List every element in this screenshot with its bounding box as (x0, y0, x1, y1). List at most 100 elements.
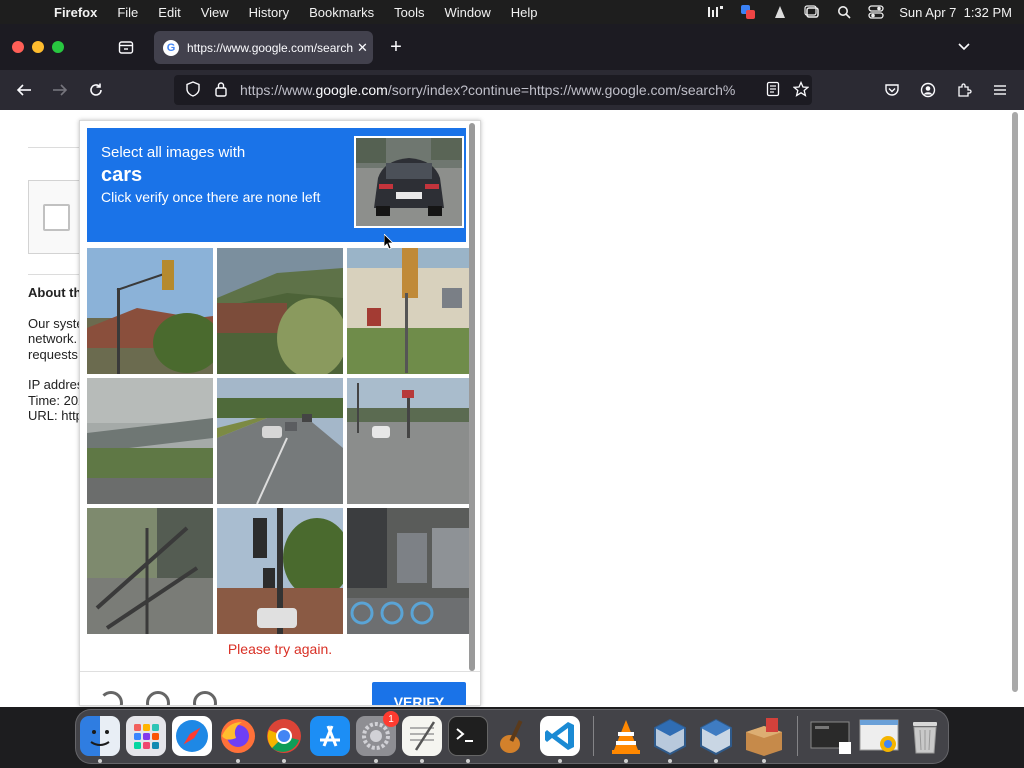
forward-arrow-icon[interactable] (49, 79, 71, 101)
info-icon[interactable] (193, 691, 217, 705)
ip-address-line: IP addres (28, 377, 84, 392)
menu-help[interactable]: Help (511, 5, 538, 20)
dock-running-indicator (374, 759, 378, 763)
dock-chrome-icon[interactable] (264, 716, 304, 756)
dock-virtualbox-vm-icon[interactable] (696, 716, 736, 756)
reader-view-icon[interactable] (764, 81, 782, 100)
spotlight-search-icon[interactable] (835, 5, 853, 19)
challenge-tile-7[interactable] (87, 508, 213, 634)
menubar-clock[interactable]: Sun Apr 7 1:32 PM (899, 5, 1012, 20)
tab-title: https://www.google.com/search (187, 40, 353, 55)
dock-running-indicator (762, 759, 766, 763)
explanation-line: network. (28, 331, 78, 346)
challenge-tile-1[interactable] (87, 248, 213, 374)
account-icon[interactable] (917, 79, 939, 101)
dock-running-indicator (98, 759, 102, 763)
stats-icon[interactable] (707, 5, 725, 19)
audio-challenge-icon[interactable] (146, 691, 170, 705)
google-favicon-icon: G (163, 39, 179, 56)
dock-safari-icon[interactable] (172, 716, 212, 756)
tab-google-sorry[interactable]: G https://www.google.com/search ✕ (154, 31, 373, 64)
bookmark-star-icon[interactable] (792, 80, 810, 100)
dock-terminal-icon[interactable] (448, 716, 488, 756)
dock-screenshot-stack-icon[interactable] (809, 716, 851, 756)
footer-divider (80, 671, 480, 672)
firefox-view-icon[interactable] (115, 36, 137, 58)
verify-button[interactable]: VERIFY (372, 682, 466, 705)
url-text[interactable]: https://www.google.com/sorry/index?conti… (240, 82, 754, 98)
dock-launchpad-icon[interactable] (126, 716, 166, 756)
dock-app-store-icon[interactable] (310, 716, 350, 756)
recaptcha-challenge-popup: Select all images with cars Click verify… (79, 120, 481, 706)
dock-running-indicator (282, 759, 286, 763)
dock-virtualbox-icon[interactable] (650, 716, 690, 756)
menu-bookmarks[interactable]: Bookmarks (309, 5, 374, 20)
challenge-tile-2[interactable] (217, 248, 343, 374)
lock-icon[interactable] (212, 81, 230, 100)
menu-window[interactable]: Window (445, 5, 491, 20)
dock-running-indicator (466, 759, 470, 763)
tab-close-icon[interactable]: ✕ (357, 40, 368, 56)
dock-running-indicator (714, 759, 718, 763)
dock-firefox-icon[interactable] (218, 716, 258, 756)
dock-installer-icon[interactable] (742, 716, 782, 756)
dock-vlc-icon[interactable] (606, 716, 646, 756)
url-rest: /sorry/index?continue=https://www.google… (387, 82, 736, 98)
challenge-scrollbar[interactable] (469, 123, 475, 671)
error-message: Please try again. (227, 641, 333, 657)
back-arrow-icon[interactable] (13, 79, 35, 101)
challenge-tile-6[interactable] (347, 378, 473, 504)
dock-vscode-icon[interactable] (540, 716, 580, 756)
tracking-protection-shield-icon[interactable] (184, 80, 202, 100)
url-bar[interactable]: https://www.google.com/sorry/index?conti… (174, 75, 812, 105)
window-zoom-button[interactable] (52, 41, 64, 53)
dock-finder-icon[interactable] (80, 716, 120, 756)
macos-menubar: Firefox File Edit View History Bookmarks… (0, 0, 1024, 24)
vlc-menubar-icon[interactable] (771, 5, 789, 19)
list-all-tabs-chevron-icon[interactable] (953, 37, 975, 57)
menu-tools[interactable]: Tools (394, 5, 424, 20)
menu-view[interactable]: View (201, 5, 229, 20)
window-minimize-button[interactable] (32, 41, 44, 53)
page-scrollbar[interactable] (1012, 112, 1018, 692)
url-domain: google.com (315, 82, 388, 98)
dock-trash-icon[interactable] (905, 716, 945, 756)
challenge-tile-9[interactable] (347, 508, 473, 634)
about-heading: About th (28, 285, 82, 300)
pocket-icon[interactable] (881, 79, 903, 101)
window-close-button[interactable] (12, 41, 24, 53)
recaptcha-checkbox[interactable] (43, 204, 70, 231)
new-tab-button[interactable]: + (386, 36, 406, 58)
dock-garageband-icon[interactable] (494, 716, 534, 756)
settings-notification-badge: 1 (383, 711, 399, 727)
app-menu-hamburger-icon[interactable] (989, 79, 1011, 101)
reload-icon[interactable] (85, 79, 107, 101)
app-menu[interactable]: Firefox (54, 5, 97, 20)
dock-running-indicator (668, 759, 672, 763)
challenge-subtext: Click verify once there are none left (101, 189, 321, 205)
challenge-tile-3[interactable] (347, 248, 473, 374)
screen-share-icon[interactable] (739, 5, 757, 19)
dock-running-indicator (558, 759, 562, 763)
control-center-icon[interactable] (867, 5, 885, 19)
reload-challenge-icon[interactable] (99, 691, 123, 705)
challenge-tile-8[interactable] (217, 508, 343, 634)
url-line: URL: http (28, 408, 83, 423)
menu-file[interactable]: File (117, 5, 138, 20)
challenge-tile-4[interactable] (87, 378, 213, 504)
url-prefix: https://www. (240, 82, 316, 98)
dock-textedit-icon[interactable] (402, 716, 442, 756)
dock-separator (797, 716, 798, 756)
menu-edit[interactable]: Edit (158, 5, 180, 20)
challenge-image-grid (87, 248, 473, 634)
mouse-cursor-icon (384, 234, 394, 250)
dock-separator (593, 716, 594, 756)
menu-history[interactable]: History (249, 5, 289, 20)
challenge-header: Select all images with cars Click verify… (87, 128, 466, 242)
window-icon[interactable] (803, 5, 821, 19)
extensions-puzzle-icon[interactable] (953, 79, 975, 101)
dock-preview-icon[interactable] (858, 716, 899, 756)
challenge-instruction: Select all images with (101, 144, 246, 161)
challenge-tile-5[interactable] (217, 378, 343, 504)
sample-car-image (354, 136, 464, 228)
